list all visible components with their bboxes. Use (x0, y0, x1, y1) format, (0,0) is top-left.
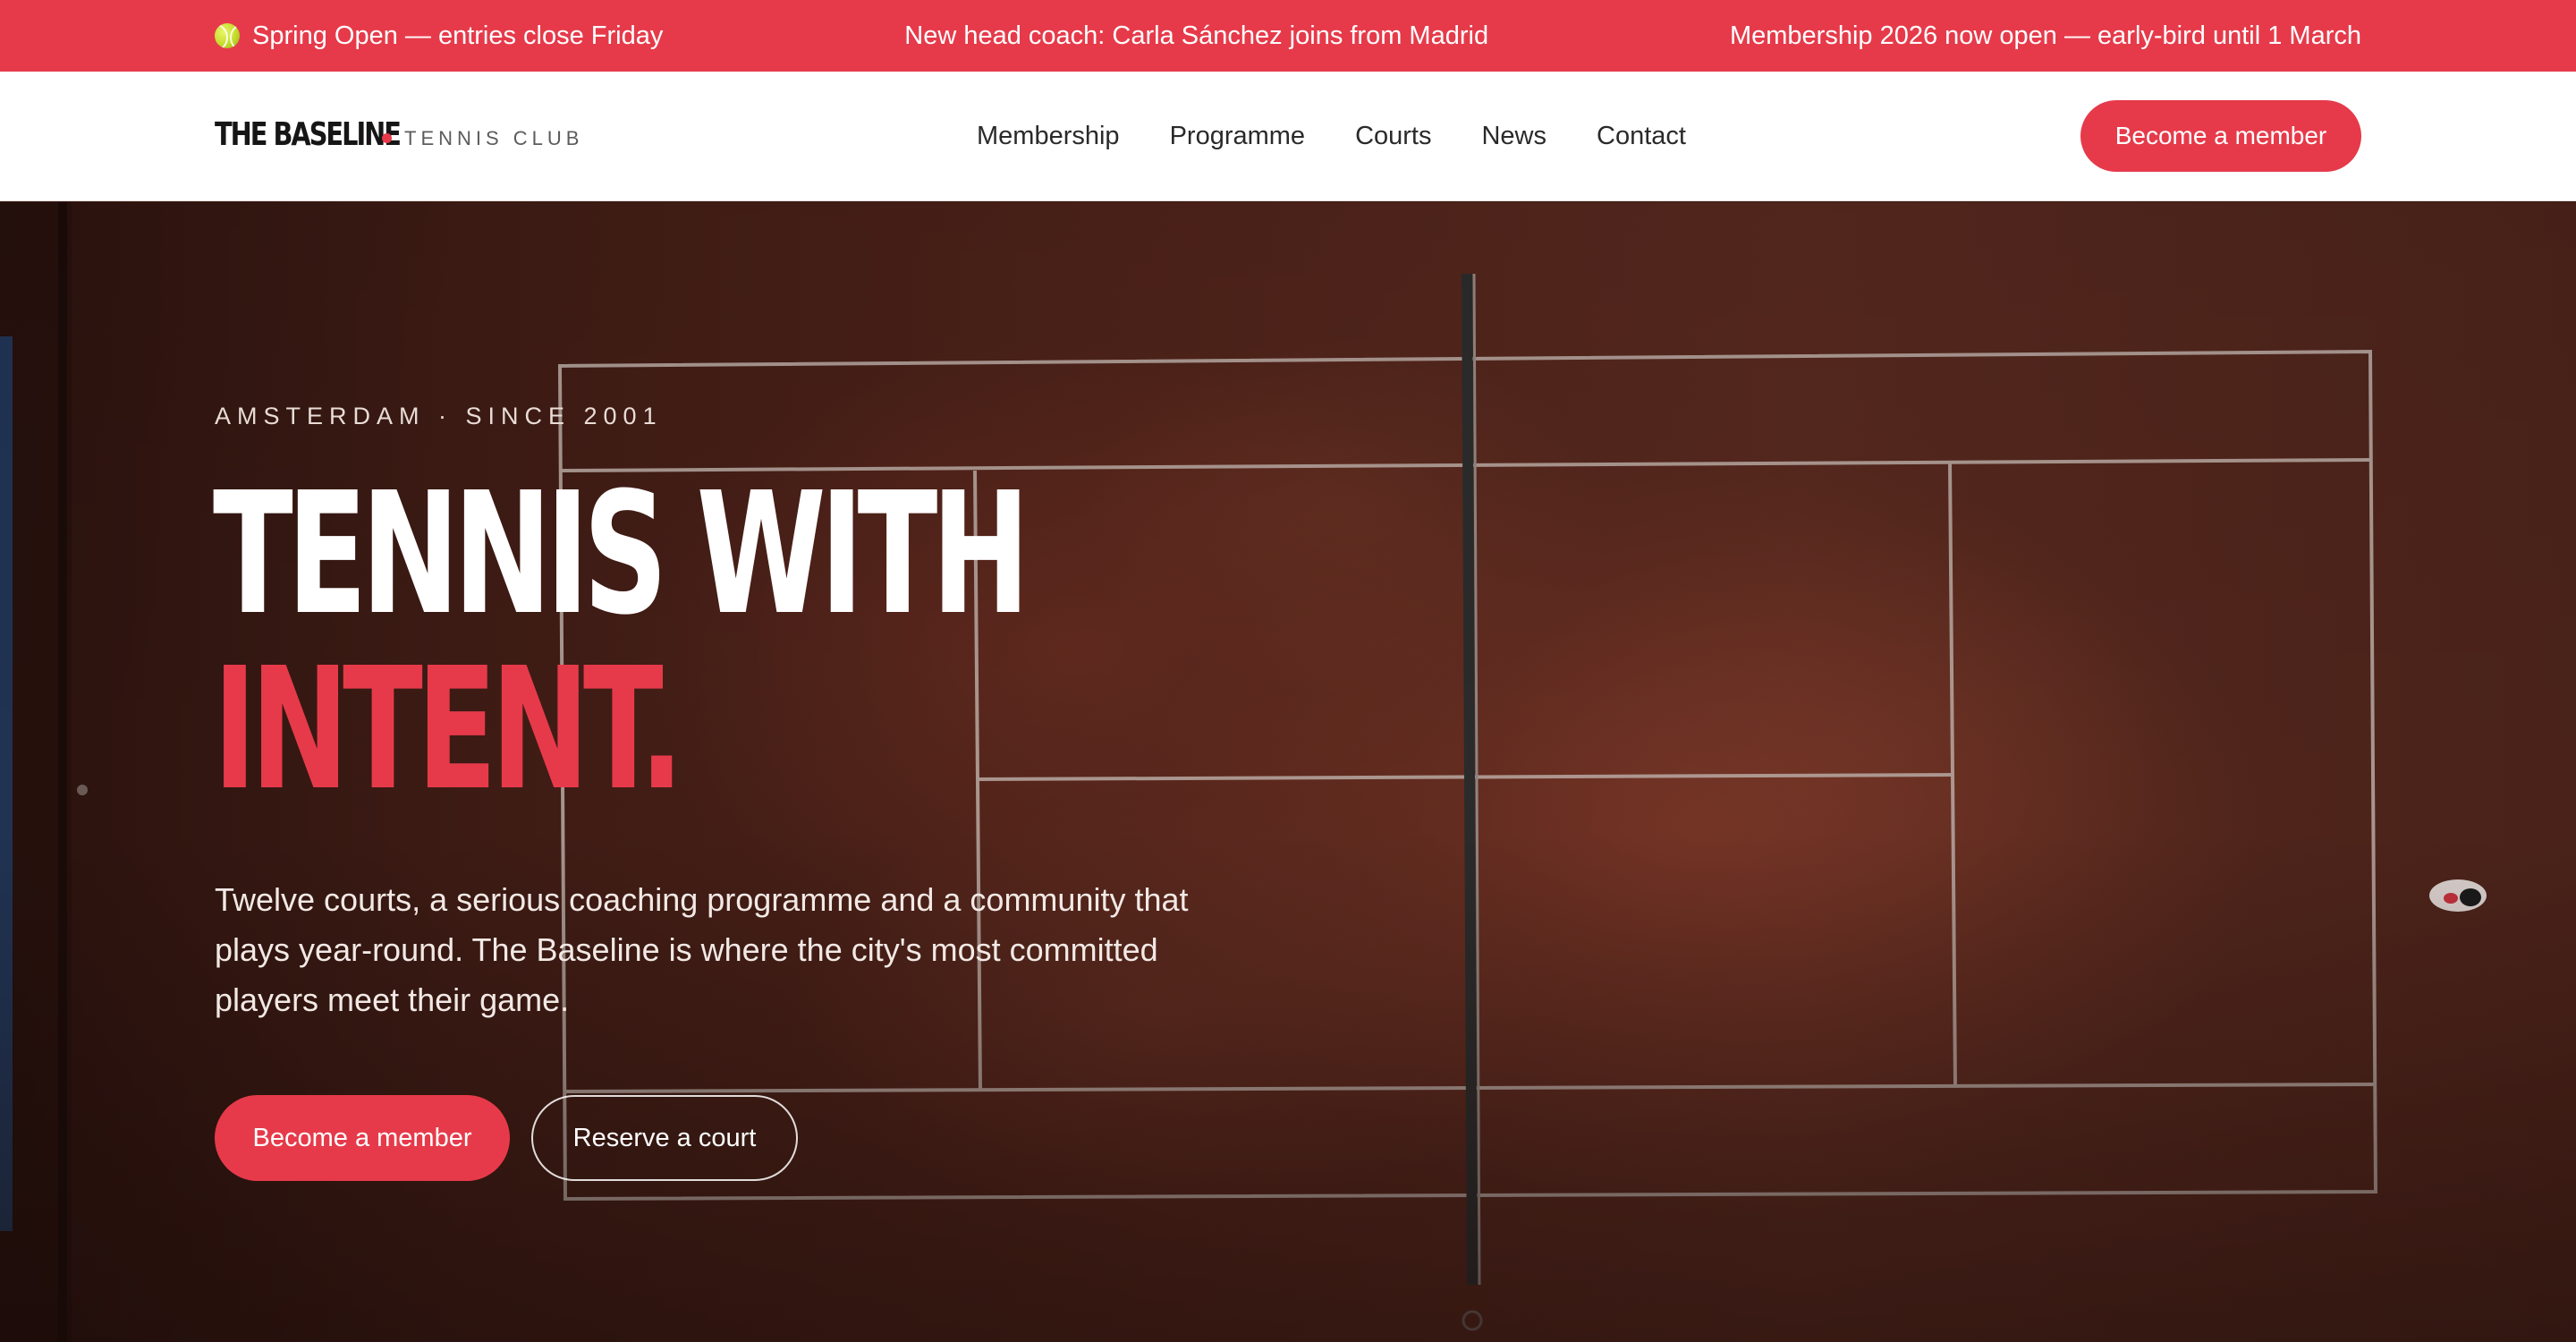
announcement-item[interactable]: Membership 2026 now open — early-bird un… (1730, 21, 2361, 51)
hero-section: AMSTERDAM · SINCE 2001 TENNIS WITH INTEN… (0, 202, 2576, 1342)
nav-item-news[interactable]: News (1481, 122, 1546, 151)
announcement-item[interactable]: Spring Open — entries close Friday (215, 21, 663, 51)
brand-logo[interactable]: THE BASELINE TENNIS CLUB (215, 116, 583, 153)
nav-item-courts[interactable]: Courts (1355, 122, 1431, 151)
brand-name: THE BASELINE (215, 116, 402, 153)
announcement-bar: Spring Open — entries close Friday New h… (0, 0, 2576, 72)
announcement-text: New head coach: Carla Sánchez joins from… (904, 21, 1489, 50)
headline-line-1: TENNIS WITH (213, 456, 1030, 652)
main-nav: Membership Programme Courts News Contact (977, 72, 1686, 201)
brand-dot (382, 133, 392, 143)
become-member-header-button[interactable]: Become a member (2080, 100, 2361, 172)
reserve-court-button[interactable]: Reserve a court (531, 1095, 798, 1181)
announcement-item[interactable]: New head coach: Carla Sánchez joins from… (904, 21, 1488, 51)
tennis-ball-icon (215, 23, 240, 48)
announcement-text: Membership 2026 now open — early-bird un… (1729, 21, 2361, 50)
brand-subtitle: TENNIS CLUB (404, 127, 584, 149)
hero-actions: Become a member Reserve a court (215, 1095, 798, 1181)
site-header: THE BASELINE TENNIS CLUB Membership Prog… (0, 72, 2576, 201)
become-member-button[interactable]: Become a member (215, 1095, 510, 1181)
hero-eyebrow: AMSTERDAM · SINCE 2001 (215, 403, 663, 429)
headline-line-2: INTENT. (213, 632, 684, 828)
nav-item-membership[interactable]: Membership (977, 122, 1120, 151)
nav-item-programme[interactable]: Programme (1170, 122, 1306, 151)
hero-lede: Twelve courts, a serious coaching progra… (215, 881, 1189, 1018)
announcement-text: Spring Open — entries close Friday (252, 21, 664, 50)
hero-headline: TENNIS WITH INTENT. (213, 456, 1030, 828)
nav-item-contact[interactable]: Contact (1597, 122, 1686, 151)
